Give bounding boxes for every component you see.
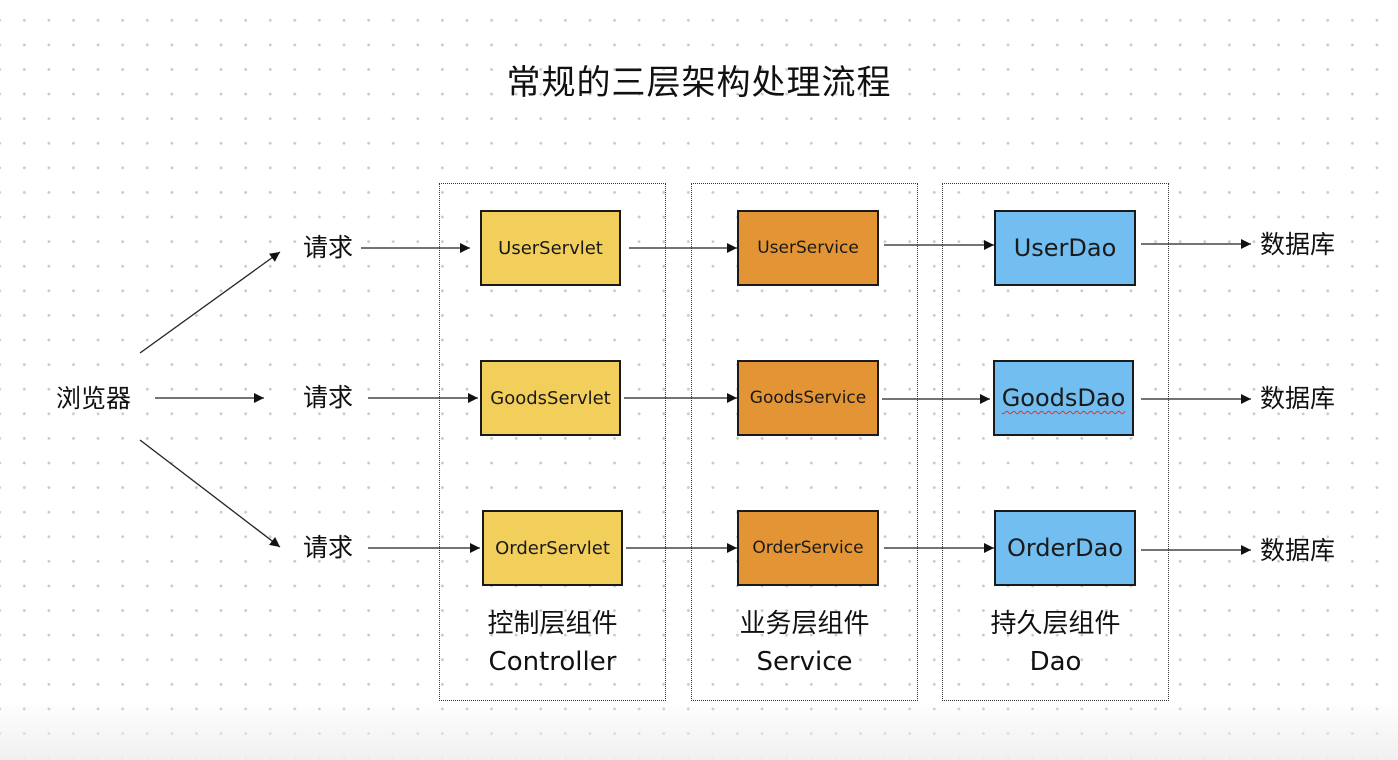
flow-arrows [139,239,1251,555]
arrow-browser-to-request-1 [139,251,281,354]
arrow-browser-to-request-3 [139,439,281,548]
